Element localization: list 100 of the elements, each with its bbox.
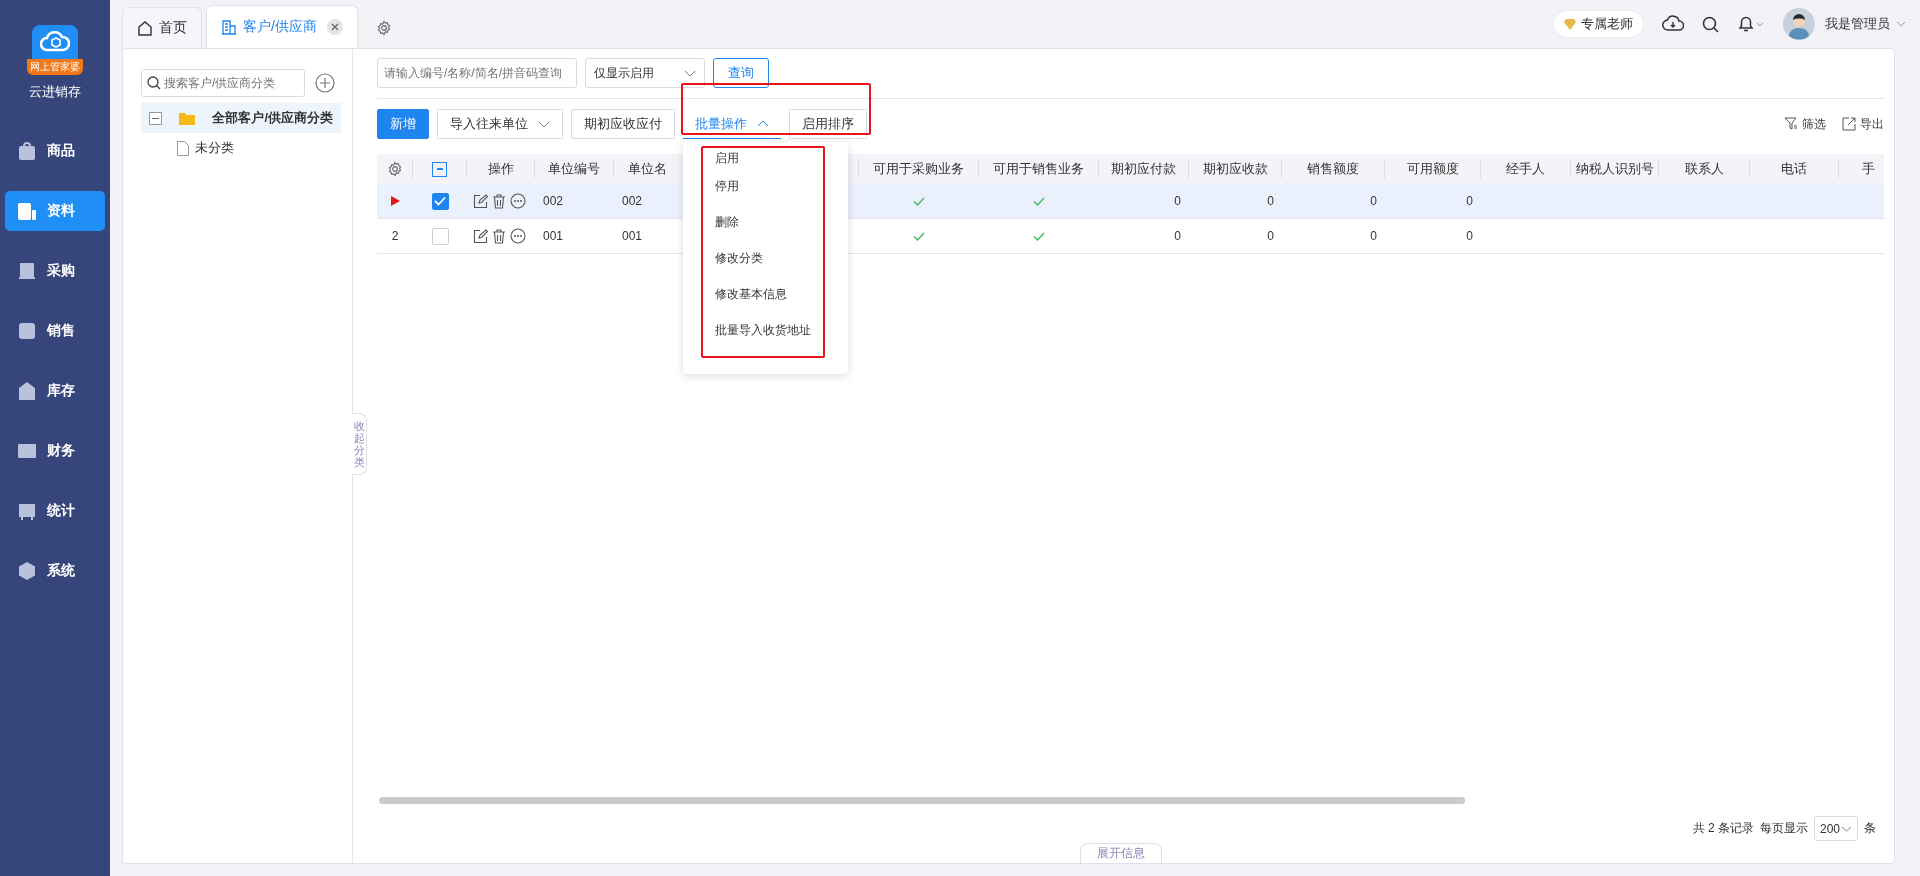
column-header: 可用于销售业务	[993, 160, 1084, 178]
caret-icon	[1841, 825, 1852, 832]
expand-tab[interactable]: 展开信息	[1079, 843, 1162, 863]
building-icon	[221, 19, 237, 35]
settings-icon[interactable]	[375, 20, 392, 36]
nav-item[interactable]: 财务	[5, 431, 105, 471]
table-cell: 0	[1267, 229, 1274, 243]
menu-item[interactable]: 修改基本信息	[703, 284, 823, 320]
teacher-button[interactable]: 专属老师	[1553, 10, 1644, 38]
page-size-label: 每页显示	[1760, 820, 1808, 837]
caret-icon	[1896, 21, 1906, 27]
settings-icon[interactable]	[386, 161, 403, 177]
cloud-icon[interactable]	[1662, 15, 1684, 33]
tree-item[interactable]: 全部客户/供应商分类	[141, 103, 341, 133]
scrollbar[interactable]	[379, 797, 1465, 804]
table-cell: 0	[1370, 229, 1377, 243]
caret-icon	[684, 69, 696, 77]
column-header: 联系人	[1684, 160, 1724, 178]
row-checkbox[interactable]	[431, 227, 449, 245]
table-cell: 002	[543, 194, 564, 208]
table-cell: 0	[1174, 194, 1181, 208]
search-icon[interactable]	[1702, 15, 1719, 33]
column-header: 纳税人识别号	[1575, 160, 1654, 178]
column-header: 期初应付款	[1111, 160, 1176, 178]
column-header: 经手人	[1506, 160, 1545, 178]
add-button[interactable]: 新增	[377, 109, 429, 139]
collapse-icon[interactable]	[149, 111, 162, 125]
column-header: 期初应收款	[1202, 160, 1268, 178]
user-menu[interactable]: 我是管理员	[1825, 15, 1906, 33]
edit-icon[interactable]	[473, 193, 488, 209]
caret-icon	[538, 120, 550, 128]
column-header: 可用于采购业务	[873, 160, 964, 178]
query-button[interactable]: 查询	[713, 58, 769, 88]
search-field[interactable]: 请输入编号/名称/简名/拼音码查询	[377, 58, 577, 88]
collapse-tab[interactable]: 收起分类	[352, 413, 367, 476]
diamond-icon	[1564, 18, 1576, 30]
toolbar-button[interactable]: 期初应收应付	[571, 109, 675, 139]
table-cell: 0	[1370, 194, 1377, 208]
search-field[interactable]: 搜索客户/供应商分类	[141, 69, 305, 97]
toolbar-button[interactable]: 启用排序	[789, 109, 867, 139]
edit-icon[interactable]	[473, 228, 488, 244]
nav-item[interactable]: 销售	[5, 311, 105, 351]
more-icon[interactable]	[510, 228, 526, 244]
filter-icon	[1784, 117, 1798, 131]
caret-icon	[757, 120, 769, 127]
nav-item[interactable]: 统计	[5, 491, 105, 531]
tree-item[interactable]: 未分类	[141, 133, 341, 163]
nav-item[interactable]: 库存	[5, 371, 105, 411]
logo-icon	[32, 25, 78, 59]
export-icon	[1842, 117, 1856, 131]
table-cell: 0	[1466, 229, 1473, 243]
tab[interactable]: 首页	[122, 7, 202, 48]
app-name: 云进销存	[29, 83, 81, 101]
nav-item[interactable]: 商品	[5, 131, 105, 171]
table-cell: 002	[622, 194, 643, 208]
menu-item[interactable]: 修改分类	[703, 248, 823, 284]
column-header: 单位名	[628, 160, 667, 178]
menu-item[interactable]: 停用	[703, 176, 823, 212]
column-header: 单位编号	[548, 160, 600, 178]
dropdown-button[interactable]: 导入往来单位	[437, 109, 563, 139]
page-size-unit: 条	[1864, 820, 1876, 837]
menu-item[interactable]: 批量导入收货地址	[703, 320, 823, 356]
file-icon	[177, 140, 189, 156]
logo-badge: 网上管家婆	[27, 59, 83, 75]
table-cell: 0	[1267, 194, 1274, 208]
table-action[interactable]: 筛选	[1784, 115, 1826, 133]
home-icon	[137, 20, 153, 36]
column-header: 电话	[1781, 160, 1807, 178]
menu-item[interactable]: 删除	[703, 212, 823, 248]
table-cell: 0	[1174, 229, 1181, 243]
nav-item[interactable]: 系统	[5, 551, 105, 591]
table-cell: 0	[1466, 194, 1473, 208]
page-size-select[interactable]: 200	[1814, 816, 1858, 841]
add-icon[interactable]	[315, 73, 335, 93]
table-cell: 001	[543, 229, 564, 243]
column-header: 操作	[487, 160, 514, 178]
menu-item[interactable]: 启用	[703, 148, 823, 176]
hexagon-icon	[17, 561, 37, 581]
document-icon	[17, 201, 37, 221]
avatar[interactable]	[1783, 8, 1815, 40]
table-cell: 001	[622, 229, 643, 243]
trash-icon[interactable]	[492, 193, 506, 209]
bell-icon[interactable]	[1737, 15, 1765, 33]
bag-icon	[17, 141, 37, 161]
trash-icon[interactable]	[492, 228, 506, 244]
house-icon	[17, 381, 37, 401]
close-icon[interactable]	[326, 19, 343, 35]
select-all-checkbox[interactable]	[432, 161, 447, 177]
column-header: 销售额度	[1307, 160, 1359, 178]
record-count: 共 2 条记录	[1692, 820, 1754, 837]
nav-item[interactable]: 采购	[5, 251, 105, 291]
row-number: 2	[391, 229, 399, 243]
more-icon[interactable]	[510, 193, 526, 209]
column-header: 可用额度	[1406, 160, 1459, 178]
column-header: 手	[1862, 160, 1875, 178]
status-select[interactable]: 仅显示启用	[585, 58, 705, 88]
folder-icon	[179, 111, 196, 125]
row-checkbox[interactable]	[431, 192, 449, 210]
tab[interactable]: 客户/供应商	[206, 5, 358, 48]
table-action[interactable]: 导出	[1842, 115, 1884, 133]
